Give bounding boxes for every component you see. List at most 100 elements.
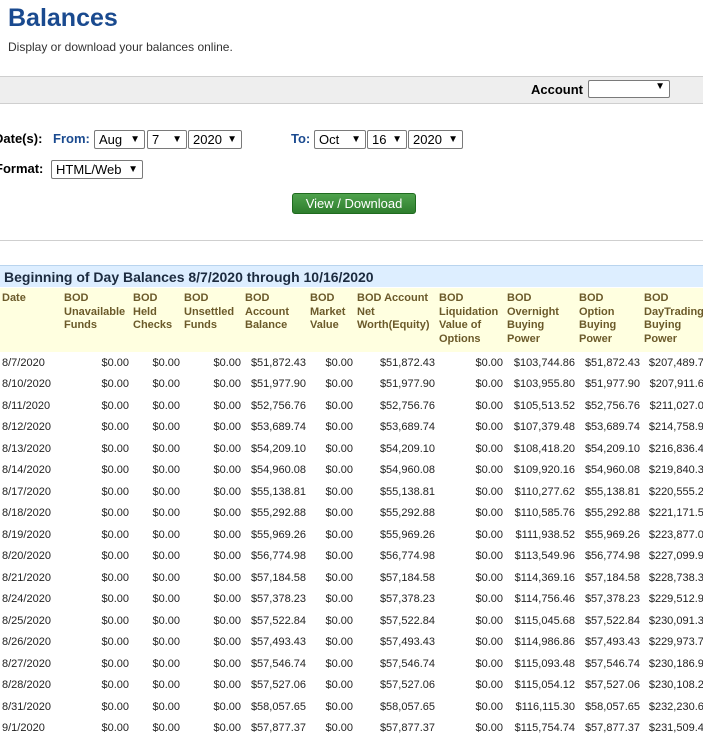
cell-unavailable-funds: $0.00 xyxy=(62,352,131,374)
chevron-down-icon: ▼ xyxy=(392,131,402,148)
chevron-down-icon: ▼ xyxy=(351,131,361,148)
cell-unsettled-funds: $0.00 xyxy=(182,460,243,482)
table-row: 8/18/2020$0.00$0.00$0.00$55,292.88$0.00$… xyxy=(0,503,703,525)
cell-held-checks: $0.00 xyxy=(131,653,182,675)
cell-account-balance: $54,209.10 xyxy=(243,438,308,460)
from-month-select[interactable]: Aug ▼ xyxy=(94,130,145,149)
cell-unavailable-funds: $0.00 xyxy=(62,675,131,697)
cell-option-buying-power: $55,969.26 xyxy=(577,524,642,546)
cell-overnight-buying-power: $110,277.62 xyxy=(505,481,577,503)
cell-net-worth: $55,138.81 xyxy=(355,481,437,503)
format-select[interactable]: HTML/Web ▼ xyxy=(51,160,143,179)
cell-net-worth: $56,774.98 xyxy=(355,546,437,568)
chevron-down-icon: ▼ xyxy=(227,131,237,148)
cell-liquidation-value: $0.00 xyxy=(437,589,505,611)
cell-unsettled-funds: $0.00 xyxy=(182,567,243,589)
cell-unsettled-funds: $0.00 xyxy=(182,503,243,525)
cell-net-worth: $55,969.26 xyxy=(355,524,437,546)
to-day-select[interactable]: 16 ▼ xyxy=(367,130,407,149)
cell-unsettled-funds: $0.00 xyxy=(182,653,243,675)
cell-unsettled-funds: $0.00 xyxy=(182,524,243,546)
from-year-select[interactable]: 2020 ▼ xyxy=(188,130,242,149)
table-row: 8/14/2020$0.00$0.00$0.00$54,960.08$0.00$… xyxy=(0,460,703,482)
cell-date: 8/13/2020 xyxy=(0,438,62,460)
account-select[interactable]: ▼ xyxy=(588,80,670,98)
cell-net-worth: $54,209.10 xyxy=(355,438,437,460)
cell-option-buying-power: $51,977.90 xyxy=(577,374,642,396)
cell-net-worth: $57,522.84 xyxy=(355,610,437,632)
table-row: 8/26/2020$0.00$0.00$0.00$57,493.43$0.00$… xyxy=(0,632,703,654)
cell-market-value: $0.00 xyxy=(308,438,355,460)
cell-date: 8/18/2020 xyxy=(0,503,62,525)
cell-net-worth: $58,057.65 xyxy=(355,696,437,718)
cell-net-worth: $53,689.74 xyxy=(355,417,437,439)
cell-liquidation-value: $0.00 xyxy=(437,438,505,460)
cell-net-worth: $54,960.08 xyxy=(355,460,437,482)
cell-market-value: $0.00 xyxy=(308,395,355,417)
view-download-button[interactable]: View / Download xyxy=(292,193,416,214)
cell-option-buying-power: $57,546.74 xyxy=(577,653,642,675)
cell-unsettled-funds: $0.00 xyxy=(182,374,243,396)
cell-net-worth: $57,378.23 xyxy=(355,589,437,611)
cell-unavailable-funds: $0.00 xyxy=(62,589,131,611)
account-label: Account xyxy=(531,82,583,97)
cell-liquidation-value: $0.00 xyxy=(437,395,505,417)
to-month-select[interactable]: Oct ▼ xyxy=(314,130,366,149)
cell-held-checks: $0.00 xyxy=(131,460,182,482)
cell-liquidation-value: $0.00 xyxy=(437,696,505,718)
cell-date: 8/28/2020 xyxy=(0,675,62,697)
to-month-value: Oct xyxy=(319,132,339,147)
cell-market-value: $0.00 xyxy=(308,352,355,374)
cell-unsettled-funds: $0.00 xyxy=(182,352,243,374)
cell-overnight-buying-power: $105,513.52 xyxy=(505,395,577,417)
from-month-value: Aug xyxy=(99,132,122,147)
cell-option-buying-power: $54,960.08 xyxy=(577,460,642,482)
cell-held-checks: $0.00 xyxy=(131,417,182,439)
cell-daytrading-buying-power: $230,186.96 xyxy=(642,653,703,675)
cell-daytrading-buying-power: $228,738.32 xyxy=(642,567,703,589)
to-year-select[interactable]: 2020 ▼ xyxy=(408,130,463,149)
cell-liquidation-value: $0.00 xyxy=(437,632,505,654)
cell-option-buying-power: $51,872.43 xyxy=(577,352,642,374)
cell-date: 8/19/2020 xyxy=(0,524,62,546)
cell-daytrading-buying-power: $216,836.40 xyxy=(642,438,703,460)
table-row: 8/17/2020$0.00$0.00$0.00$55,138.81$0.00$… xyxy=(0,481,703,503)
format-value: HTML/Web xyxy=(56,162,122,177)
cell-option-buying-power: $54,209.10 xyxy=(577,438,642,460)
table-row: 8/25/2020$0.00$0.00$0.00$57,522.84$0.00$… xyxy=(0,610,703,632)
cell-market-value: $0.00 xyxy=(308,503,355,525)
cell-net-worth: $57,184.58 xyxy=(355,567,437,589)
cell-unsettled-funds: $0.00 xyxy=(182,675,243,697)
cell-unsettled-funds: $0.00 xyxy=(182,481,243,503)
cell-liquidation-value: $0.00 xyxy=(437,524,505,546)
cell-held-checks: $0.00 xyxy=(131,503,182,525)
cell-unavailable-funds: $0.00 xyxy=(62,438,131,460)
cell-overnight-buying-power: $111,938.52 xyxy=(505,524,577,546)
cell-date: 8/17/2020 xyxy=(0,481,62,503)
cell-option-buying-power: $57,493.43 xyxy=(577,632,642,654)
from-day-select[interactable]: 7 ▼ xyxy=(147,130,187,149)
cell-market-value: $0.00 xyxy=(308,675,355,697)
cell-liquidation-value: $0.00 xyxy=(437,503,505,525)
cell-overnight-buying-power: $109,920.16 xyxy=(505,460,577,482)
format-label: Format: xyxy=(0,161,43,176)
cell-overnight-buying-power: $103,955.80 xyxy=(505,374,577,396)
table-row: 8/7/2020$0.00$0.00$0.00$51,872.43$0.00$5… xyxy=(0,352,703,374)
cell-overnight-buying-power: $115,054.12 xyxy=(505,675,577,697)
cell-account-balance: $52,756.76 xyxy=(243,395,308,417)
cell-date: 8/12/2020 xyxy=(0,417,62,439)
cell-date: 8/27/2020 xyxy=(0,653,62,675)
cell-market-value: $0.00 xyxy=(308,417,355,439)
cell-unsettled-funds: $0.00 xyxy=(182,589,243,611)
section-header: Beginning of Day Balances 8/7/2020 throu… xyxy=(0,265,703,287)
cell-account-balance: $54,960.08 xyxy=(243,460,308,482)
cell-unavailable-funds: $0.00 xyxy=(62,546,131,568)
cell-unavailable-funds: $0.00 xyxy=(62,524,131,546)
table-row: 8/12/2020$0.00$0.00$0.00$53,689.74$0.00$… xyxy=(0,417,703,439)
cell-net-worth: $55,292.88 xyxy=(355,503,437,525)
col-header-date: Date xyxy=(0,288,62,352)
cell-unsettled-funds: $0.00 xyxy=(182,632,243,654)
cell-date: 8/31/2020 xyxy=(0,696,62,718)
cell-unavailable-funds: $0.00 xyxy=(62,417,131,439)
cell-net-worth: $57,546.74 xyxy=(355,653,437,675)
